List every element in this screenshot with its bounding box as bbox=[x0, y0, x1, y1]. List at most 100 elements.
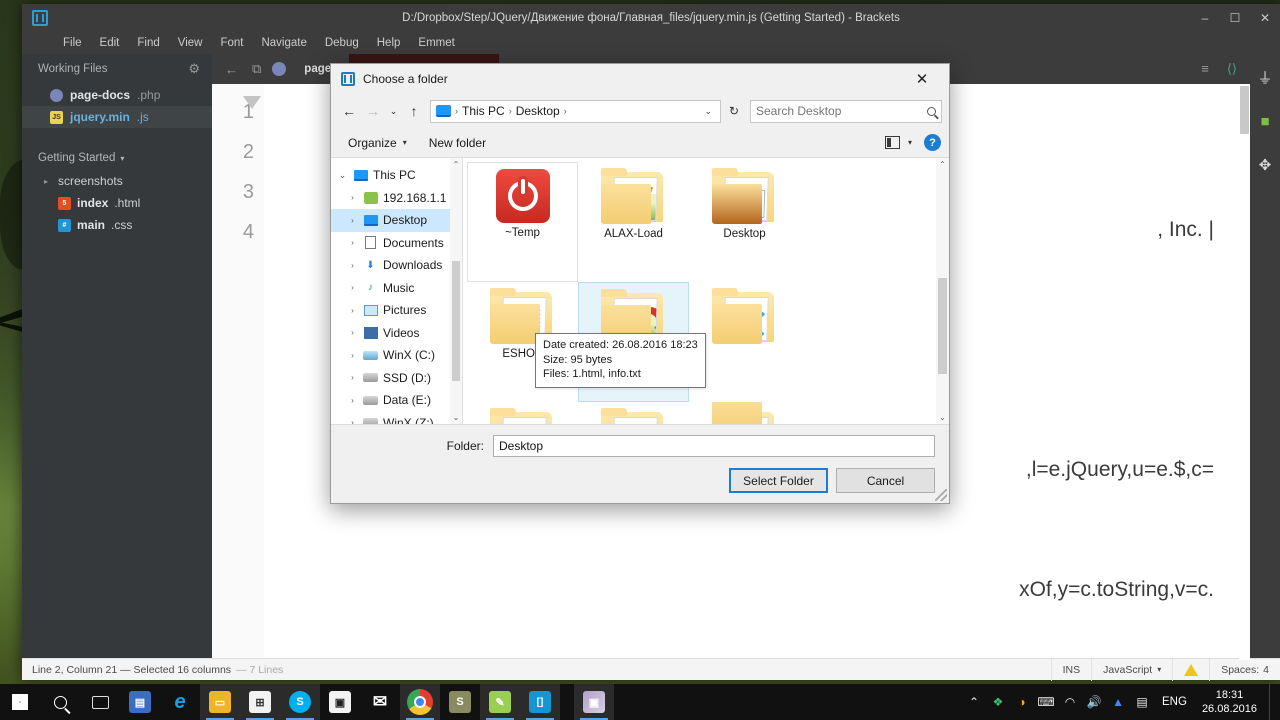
chevron-right-icon[interactable]: › bbox=[347, 328, 358, 337]
tree-item-videos[interactable]: › Videos bbox=[331, 322, 462, 345]
chevron-right-icon[interactable]: › bbox=[347, 351, 358, 360]
scroll-down-arrow[interactable]: ⌄ bbox=[453, 413, 460, 422]
taskbar-search-button[interactable] bbox=[40, 684, 80, 720]
close-icon[interactable]: ✕ bbox=[901, 65, 943, 93]
brackets-title-bar[interactable]: D:/Dropbox/Step/JQuery/Движение фона/Гла… bbox=[22, 4, 1280, 32]
google-drive-tray-icon[interactable]: ▲ bbox=[1107, 684, 1129, 720]
tree-item-documents[interactable]: › Documents bbox=[331, 232, 462, 255]
scroll-down-arrow[interactable]: ⌄ bbox=[939, 413, 946, 422]
wifi-tray-icon[interactable]: ◠ bbox=[1059, 684, 1081, 720]
volume-tray-icon[interactable]: 🔊 bbox=[1083, 684, 1105, 720]
taskbar-clock[interactable]: 18:31 26.08.2016 bbox=[1196, 688, 1267, 716]
taskbar-sublime[interactable]: S bbox=[440, 684, 480, 720]
cancel-button[interactable]: Cancel bbox=[836, 468, 935, 493]
chevron-right-icon[interactable]: › bbox=[347, 193, 358, 202]
tree-item-network[interactable]: › 192.168.1.1 bbox=[331, 187, 462, 210]
taskbar-photo-viewer[interactable]: ▣ bbox=[574, 684, 614, 720]
chevron-right-icon[interactable]: › bbox=[347, 306, 358, 315]
taskbar-store[interactable]: ⊞ bbox=[240, 684, 280, 720]
menu-view[interactable]: View bbox=[169, 35, 212, 51]
close-button[interactable]: ✕ bbox=[1250, 5, 1280, 31]
tree-item-ssd-d[interactable]: › SSD (D:) bbox=[331, 367, 462, 390]
chevron-right-icon[interactable]: › bbox=[347, 238, 358, 247]
insert-mode-indicator[interactable]: INS bbox=[1050, 658, 1092, 681]
tree-scrollbar[interactable]: ⌃ ⌄ bbox=[450, 158, 462, 424]
dialog-title-bar[interactable]: Choose a folder ✕ bbox=[331, 64, 949, 94]
up-button[interactable]: ↑ bbox=[403, 99, 425, 123]
menu-find[interactable]: Find bbox=[128, 35, 168, 51]
file-grid-pane[interactable]: ~Temp ALAX-Load Desktop ESHOP Date creat… bbox=[463, 158, 949, 424]
start-button[interactable] bbox=[0, 684, 40, 720]
language-selector[interactable]: JavaScript ▾ bbox=[1091, 658, 1172, 681]
editor-scrollbar[interactable] bbox=[1239, 86, 1250, 660]
help-icon[interactable]: ? bbox=[924, 134, 941, 151]
folder-item-temp[interactable]: ~Temp bbox=[467, 162, 578, 282]
folder-tree-pane[interactable]: ⌄ This PC › 192.168.1.1 › Desktop › Docu… bbox=[331, 158, 463, 424]
tree-item-desktop[interactable]: › Desktop bbox=[331, 209, 462, 232]
taskbar-skype[interactable]: S bbox=[280, 684, 320, 720]
action-center-icon[interactable]: ▤ bbox=[1131, 684, 1153, 720]
code-fold-icon[interactable] bbox=[243, 96, 261, 109]
tree-item-music[interactable]: › ♪ Music bbox=[331, 277, 462, 300]
tree-item-this-pc[interactable]: ⌄ This PC bbox=[331, 164, 462, 187]
list-icon[interactable]: ≡ bbox=[1198, 61, 1212, 77]
taskbar-brackets[interactable]: [] bbox=[520, 684, 560, 720]
scrollbar-thumb[interactable] bbox=[938, 278, 947, 374]
folder-item-desktop[interactable]: Desktop bbox=[689, 162, 800, 282]
scrollbar-thumb[interactable] bbox=[452, 261, 460, 381]
project-header[interactable]: Getting Started ▾ bbox=[22, 146, 212, 170]
chevron-down-icon[interactable]: ▾ bbox=[904, 138, 920, 147]
tree-item-data-e[interactable]: › Data (E:) bbox=[331, 389, 462, 412]
taskbar-edge[interactable]: e bbox=[160, 684, 200, 720]
menu-help[interactable]: Help bbox=[368, 35, 410, 51]
working-file-jquery-min[interactable]: JS jquery.min .js bbox=[22, 106, 212, 128]
orange-tray-icon[interactable]: ◑ bbox=[1011, 684, 1033, 720]
tree-item-downloads[interactable]: › ⬇ Downloads bbox=[331, 254, 462, 277]
taskbar-mail[interactable]: ✉ bbox=[360, 684, 400, 720]
chevron-right-icon[interactable]: › bbox=[347, 396, 358, 405]
split-view-icon[interactable]: ⧉ bbox=[249, 61, 264, 77]
folder-input[interactable] bbox=[493, 435, 935, 457]
grid-scrollbar[interactable]: ⌃ ⌄ bbox=[936, 158, 949, 424]
maximize-button[interactable]: ☐ bbox=[1220, 5, 1250, 31]
menu-file[interactable]: File bbox=[54, 35, 91, 51]
select-folder-button[interactable]: Select Folder bbox=[729, 468, 828, 493]
new-folder-button[interactable]: New folder bbox=[420, 132, 495, 154]
extension-manager-icon[interactable]: ■ bbox=[1254, 110, 1276, 132]
tree-item-pictures[interactable]: › Pictures bbox=[331, 299, 462, 322]
menu-emmet[interactable]: Emmet bbox=[409, 35, 463, 51]
show-desktop-button[interactable] bbox=[1269, 684, 1276, 720]
tray-chevron-icon[interactable]: ⌃ bbox=[963, 684, 985, 720]
working-file-page-docs[interactable]: page-docs .php bbox=[22, 84, 212, 106]
layers-icon[interactable]: ✥ bbox=[1254, 154, 1276, 176]
taskbar-paint[interactable]: ✎ bbox=[480, 684, 520, 720]
search-box[interactable] bbox=[750, 99, 942, 123]
folder-item-row3-1[interactable] bbox=[689, 402, 800, 424]
indent-setting[interactable]: Spaces: 4 bbox=[1209, 658, 1280, 681]
dropbox-tray-icon[interactable]: ❖ bbox=[987, 684, 1009, 720]
gear-icon[interactable]: ⚙ bbox=[188, 61, 200, 77]
folder-item-alax-load[interactable]: ALAX-Load bbox=[578, 162, 689, 282]
back-arrow-icon[interactable]: ← bbox=[222, 62, 241, 77]
folder-item-jquery-ajax[interactable]: jQuery. Ajax bbox=[578, 402, 689, 424]
taskbar-chrome[interactable] bbox=[400, 684, 440, 720]
organize-button[interactable]: Organize ▾ bbox=[339, 132, 416, 154]
menu-navigate[interactable]: Navigate bbox=[252, 35, 315, 51]
keyboard-tray-icon[interactable]: ⌨ bbox=[1035, 684, 1057, 720]
chevron-right-icon[interactable]: › bbox=[347, 418, 358, 424]
search-input[interactable] bbox=[756, 104, 923, 118]
view-layout-icon[interactable] bbox=[884, 136, 900, 149]
project-folder-screenshots[interactable]: ▸ screenshots bbox=[22, 170, 212, 192]
menu-edit[interactable]: Edit bbox=[91, 35, 129, 51]
chevron-right-icon[interactable]: › bbox=[347, 283, 358, 292]
menu-debug[interactable]: Debug bbox=[316, 35, 368, 51]
taskbar-notepad[interactable]: ▤ bbox=[120, 684, 160, 720]
scrollbar-thumb[interactable] bbox=[1240, 86, 1249, 134]
menu-font[interactable]: Font bbox=[211, 35, 252, 51]
chevron-right-icon[interactable]: › bbox=[347, 261, 358, 270]
chevron-down-icon[interactable]: ⌄ bbox=[699, 106, 717, 117]
language-indicator[interactable]: ENG bbox=[1155, 696, 1194, 708]
back-button[interactable]: ← bbox=[338, 99, 360, 123]
chevron-down-icon[interactable]: ⌄ bbox=[337, 170, 348, 181]
project-file-main-css[interactable]: # main .css bbox=[22, 214, 212, 236]
